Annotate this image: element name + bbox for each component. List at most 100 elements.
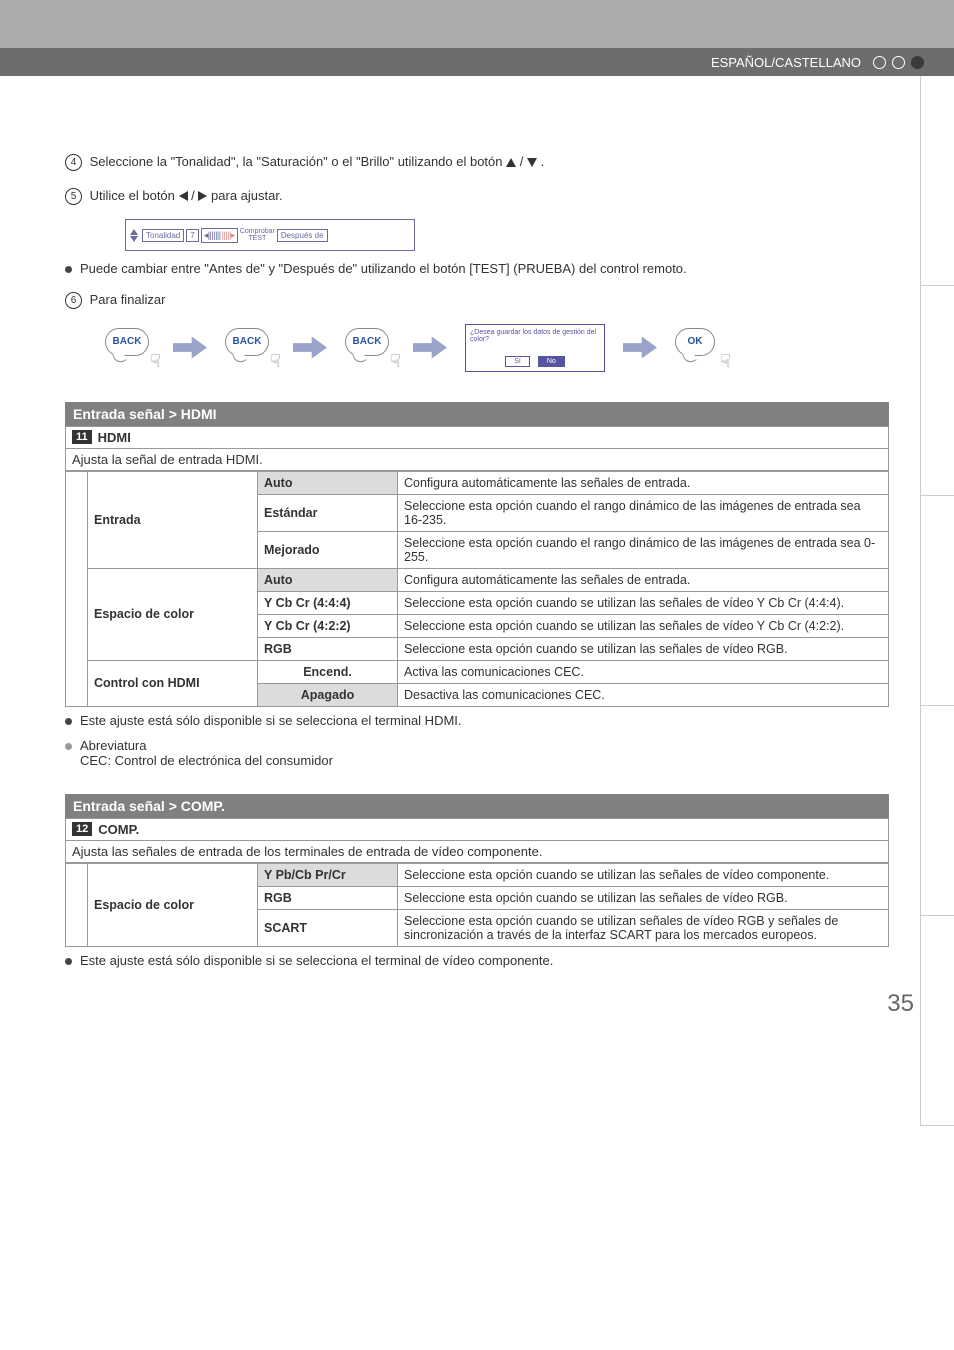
- header-bar: ESPAÑOL/CASTELLANO: [0, 48, 954, 76]
- step-6: 6 Para finalizar: [65, 290, 889, 310]
- option-desc: Seleccione esta opción cuando se utiliza…: [398, 863, 889, 886]
- page-number: 35: [887, 990, 914, 1018]
- slider-graphic: Tonalidad 7 ◂||||||| |||||▸ Comprobar TE…: [125, 219, 415, 251]
- option: RGB: [258, 886, 398, 909]
- option-desc: Desactiva las comunicaciones CEC.: [398, 683, 889, 706]
- check-column: Comprobar TEST: [240, 228, 275, 242]
- row-label: Control con HDMI: [88, 660, 258, 706]
- left-arrow-icon: [179, 191, 188, 201]
- ticks-left: ◂|||||||: [204, 230, 221, 241]
- finalize-flow: BACK ☟ BACK ☟ BACK ☟ ¿Desea guardar los …: [105, 324, 889, 372]
- back-bubble: BACK: [105, 328, 149, 356]
- item-number: 11: [72, 430, 92, 444]
- note-text: Este ajuste está sólo disponible si se s…: [80, 713, 462, 728]
- arrow-right-icon: [173, 337, 207, 359]
- step-5: 5 Utilice el botón / para ajustar.: [65, 186, 889, 206]
- hand-icon: ☟: [390, 351, 401, 372]
- slider-label: Tonalidad: [142, 229, 184, 242]
- option: RGB: [258, 637, 398, 660]
- bullet-icon: [65, 958, 72, 965]
- note-text: Este ajuste está sólo disponible si se s…: [80, 953, 553, 968]
- sub-title-comp: 12 COMP.: [65, 818, 889, 841]
- page-indicator: [873, 56, 924, 69]
- divider: /: [191, 188, 195, 203]
- check-label: Comprobar: [240, 228, 275, 235]
- section-title-hdmi: Entrada señal > HDMI: [65, 402, 889, 426]
- side-tab: [920, 916, 954, 1126]
- note-row: Este ajuste está sólo disponible si se s…: [65, 953, 889, 968]
- option-desc: Seleccione esta opción cuando se utiliza…: [398, 886, 889, 909]
- test-label: TEST: [240, 235, 275, 242]
- step-4: 4 Seleccione la "Tonalidad", la "Saturac…: [65, 152, 889, 172]
- bullet-icon: [65, 718, 72, 725]
- sub-title-hdmi: 11 HDMI: [65, 426, 889, 449]
- back-bubble: BACK: [225, 328, 269, 356]
- side-tab: [920, 496, 954, 706]
- option-desc: Seleccione esta opción cuando se utiliza…: [398, 909, 889, 946]
- back-button[interactable]: BACK ☟: [345, 328, 395, 368]
- indent-cell: [66, 471, 88, 706]
- step-number: 4: [65, 154, 82, 171]
- content: 4 Seleccione la "Tonalidad", la "Saturac…: [0, 48, 954, 968]
- step-number: 5: [65, 188, 82, 205]
- back-button[interactable]: BACK ☟: [225, 328, 275, 368]
- option: Mejorado: [258, 531, 398, 568]
- row-label: Espacio de color: [88, 568, 258, 660]
- arrow-right-icon: [293, 337, 327, 359]
- step-text: Seleccione la "Tonalidad", la "Saturació…: [90, 154, 503, 169]
- section-title-comp: Entrada señal > COMP.: [65, 794, 889, 818]
- side-tab: [920, 76, 954, 286]
- section-desc: Ajusta las señales de entrada de los ter…: [65, 841, 889, 863]
- circle-icon: [873, 56, 886, 69]
- after-label: Después de: [277, 229, 328, 242]
- step-text: para ajustar.: [211, 188, 283, 203]
- note-row: Este ajuste está sólo disponible si se s…: [65, 713, 889, 728]
- indent-cell: [66, 863, 88, 946]
- up-arrow-icon: [506, 158, 516, 167]
- right-arrow-icon: [198, 191, 207, 201]
- bullet-icon: [65, 743, 72, 750]
- option-desc: Activa las comunicaciones CEC.: [398, 660, 889, 683]
- arrow-right-icon: [413, 337, 447, 359]
- note-row: Abreviatura CEC: Control de electrónica …: [65, 738, 889, 768]
- back-bubble: BACK: [345, 328, 389, 356]
- circle-filled-icon: [911, 56, 924, 69]
- hand-icon: ☟: [270, 351, 281, 372]
- side-tabs: [920, 76, 954, 1126]
- ticks-right: |||||▸: [222, 230, 235, 241]
- dialog-question: ¿Desea guardar los datos de gestión del …: [470, 329, 600, 343]
- option: Encend.: [258, 660, 398, 683]
- save-dialog: ¿Desea guardar los datos de gestión del …: [465, 324, 605, 372]
- section-desc: Ajusta la señal de entrada HDMI.: [65, 449, 889, 471]
- step-text: Utilice el botón: [90, 188, 175, 203]
- ok-button[interactable]: OK ☟: [675, 328, 725, 368]
- hand-icon: ☟: [150, 351, 161, 372]
- arrow-right-icon: [623, 337, 657, 359]
- option-desc: Configura automáticamente las señales de…: [398, 568, 889, 591]
- row-label: Entrada: [88, 471, 258, 568]
- option-desc: Seleccione esta opción cuando el rango d…: [398, 531, 889, 568]
- option: Y Cb Cr (4:2:2): [258, 614, 398, 637]
- option: Estándar: [258, 494, 398, 531]
- note-text: Puede cambiar entre "Antes de" y "Despué…: [80, 261, 687, 276]
- option: Y Cb Cr (4:4:4): [258, 591, 398, 614]
- no-button[interactable]: No: [538, 356, 565, 367]
- item-number: 12: [72, 822, 92, 836]
- slider-bar: ◂||||||| |||||▸: [201, 228, 238, 243]
- yes-button[interactable]: Sí: [505, 356, 530, 367]
- side-tab: [920, 286, 954, 496]
- option: Auto: [258, 471, 398, 494]
- option: Y Pb/Cb Pr/Cr: [258, 863, 398, 886]
- dialog-buttons: Sí No: [505, 356, 565, 367]
- sub-label: HDMI: [98, 430, 131, 445]
- option-desc: Seleccione esta opción cuando se utiliza…: [398, 637, 889, 660]
- row-label: Espacio de color: [88, 863, 258, 946]
- back-button[interactable]: BACK ☟: [105, 328, 155, 368]
- step-number: 6: [65, 292, 82, 309]
- option: Apagado: [258, 683, 398, 706]
- option: Auto: [258, 568, 398, 591]
- comp-table: Espacio de color Y Pb/Cb Pr/Cr Seleccion…: [65, 863, 889, 947]
- option-desc: Configura automáticamente las señales de…: [398, 471, 889, 494]
- vertical-arrows-icon: [128, 229, 140, 242]
- note-text-group: Abreviatura CEC: Control de electrónica …: [80, 738, 333, 768]
